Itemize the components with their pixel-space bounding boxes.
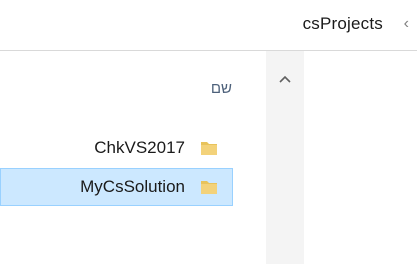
- address-bar[interactable]: csProjects ‹: [0, 0, 417, 51]
- folder-icon: [201, 142, 217, 155]
- chevron-up-icon: [279, 75, 291, 83]
- breadcrumb-chevron-icon[interactable]: ‹: [404, 15, 409, 33]
- preview-pane: [304, 51, 417, 264]
- scroll-up-button[interactable]: [266, 69, 304, 89]
- breadcrumb-current-folder[interactable]: csProjects: [303, 14, 383, 34]
- column-header-name[interactable]: שם: [211, 80, 232, 97]
- list-item[interactable]: ChkVS2017: [0, 129, 233, 167]
- folder-icon: [201, 181, 217, 194]
- file-list: שם ChkVS2017 MyCsSolution: [0, 51, 266, 264]
- list-item-label: MyCsSolution: [80, 177, 185, 196]
- list-item-label: ChkVS2017: [94, 138, 185, 157]
- vertical-scrollbar[interactable]: [266, 51, 304, 264]
- list-item-selected[interactable]: MyCsSolution: [0, 168, 233, 206]
